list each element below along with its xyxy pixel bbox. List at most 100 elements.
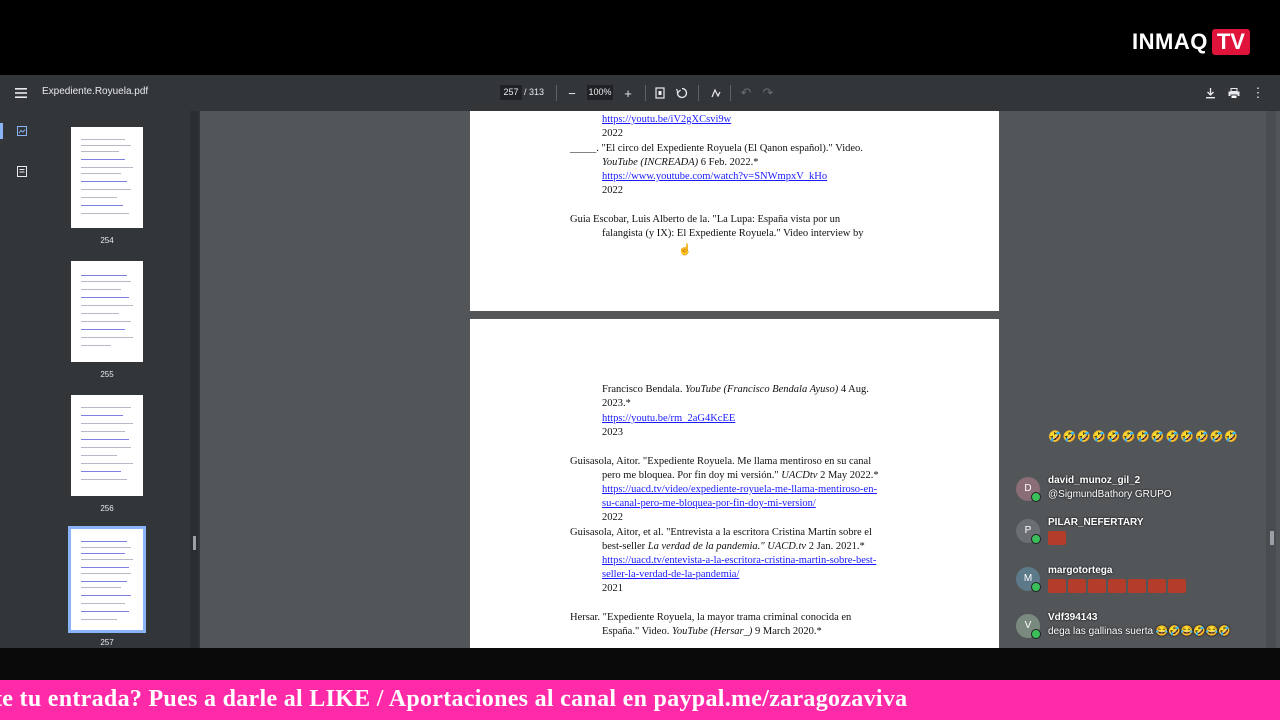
reference-year: 2022 bbox=[602, 512, 623, 523]
annotate-icon[interactable] bbox=[706, 83, 726, 103]
page-thumbnail-selected[interactable] bbox=[68, 526, 146, 633]
reference-date: 2 Jan. 2021.* bbox=[806, 541, 865, 552]
toolbar-divider bbox=[645, 85, 646, 101]
chat-text: dega las gallinas suerta 😂🤣😂🤣😂🤣 bbox=[1048, 626, 1231, 637]
chat-username: PILAR_NEFERTARY bbox=[1048, 517, 1144, 528]
stream-bottom-strip bbox=[0, 648, 1280, 680]
reference-text: Guisasola, Aitor, et al. "Entrevista a l… bbox=[570, 527, 872, 538]
pdf-toolbar: Expediente.Royuela.pdf 257 / 313 − 100% … bbox=[0, 75, 1280, 111]
reference-date: 6 Feb. 2022.* bbox=[698, 157, 759, 168]
avatar: V bbox=[1016, 614, 1041, 639]
reference-text: España." Video. YouTube (Hersar_) 9 Marc… bbox=[602, 625, 822, 638]
reference-title: España." Video. bbox=[602, 626, 672, 637]
reference-link[interactable]: https://youtu.be/iV2gXCsvi9w bbox=[602, 113, 731, 126]
fit-page-icon[interactable] bbox=[650, 83, 670, 103]
reference-text: best-seller La verdad de la pandemia." U… bbox=[602, 540, 865, 553]
thumbnails-view-icon[interactable] bbox=[12, 121, 32, 141]
reference-date: 4 Aug. bbox=[838, 384, 869, 395]
reference-title: pero me bloquea. Por fin doy mi versión.… bbox=[602, 470, 782, 481]
reference-link[interactable]: https://www.youtube.com/watch?v=SNWmpxV_… bbox=[602, 170, 827, 183]
thumbnail-label: 254 bbox=[100, 236, 114, 245]
sidebar-scrollbar[interactable] bbox=[190, 111, 198, 648]
pdf-page-257: Francisco Bendala. YouTube (Francisco Be… bbox=[470, 319, 999, 648]
menu-icon[interactable] bbox=[11, 83, 31, 103]
reference-date: 2 May 2022.* bbox=[817, 470, 879, 481]
stream-top-bar bbox=[0, 0, 1280, 75]
reference-year: 2021 bbox=[602, 583, 623, 594]
page-thumbnail[interactable] bbox=[71, 261, 143, 362]
chat-sticker-row bbox=[1048, 579, 1188, 596]
reference-year: 2022 bbox=[602, 128, 623, 139]
active-tab-indicator bbox=[0, 123, 3, 139]
zoom-input[interactable]: 100% bbox=[587, 85, 613, 100]
ticker-text: te tu entrada? Pues a darle al LIKE / Ap… bbox=[0, 686, 908, 712]
zoom-in-icon[interactable]: + bbox=[618, 83, 638, 103]
reference-text: 2023.* bbox=[602, 398, 631, 409]
reference-year: 2022 bbox=[602, 185, 623, 196]
reference-link[interactable]: su-canal-pero-me-bloquea-por-fin-doy-mi-… bbox=[602, 497, 816, 510]
chat-username: margotortega bbox=[1048, 565, 1113, 576]
chat-username: david_munoz_gil_2 bbox=[1048, 475, 1141, 486]
avatar: M bbox=[1016, 567, 1041, 592]
reference-text: Guia Escobar, Luis Alberto de la. "La Lu… bbox=[570, 214, 841, 225]
reference-text: _____. "El circo del Expediente Royuela … bbox=[570, 143, 863, 154]
print-icon[interactable] bbox=[1224, 83, 1244, 103]
chat-text: @SigmundBathory GRUPO bbox=[1048, 489, 1172, 500]
thumbnail-label: 257 bbox=[100, 638, 114, 647]
thumbnail-label: 255 bbox=[100, 370, 114, 379]
logo-badge: TV bbox=[1211, 29, 1250, 55]
avatar: D bbox=[1016, 477, 1041, 502]
rotate-icon[interactable] bbox=[672, 83, 692, 103]
reference-text: Francisco Bendala. YouTube (Francisco Be… bbox=[602, 383, 869, 396]
thumbnail-page-255[interactable]: 255 bbox=[71, 261, 143, 379]
reference-source: YouTube (INCREADA) bbox=[602, 157, 699, 168]
chat-emoji-row: 🤣🤣🤣🤣🤣🤣🤣🤣🤣🤣🤣🤣🤣 bbox=[1048, 431, 1240, 443]
thumbnail-page-256[interactable]: 256 bbox=[71, 395, 143, 513]
reference-text: falangista (y IX): El Expediente Royuela… bbox=[602, 228, 864, 239]
toolbar-divider bbox=[556, 85, 557, 101]
page-thumbnail[interactable] bbox=[71, 395, 143, 496]
cursor-icon: ☝ bbox=[678, 244, 692, 256]
reference-source: YouTube (Hersar_) bbox=[671, 626, 753, 637]
reference-source: UACDtv bbox=[781, 470, 818, 481]
zoom-out-icon[interactable]: − bbox=[562, 83, 582, 103]
pdf-page-256: https://youtu.be/iV2gXCsvi9w 2022 _____.… bbox=[470, 111, 999, 311]
reference-text: pero me bloquea. Por fin doy mi versión.… bbox=[602, 469, 879, 482]
redo-icon[interactable]: ↷ bbox=[758, 83, 778, 103]
viewport-scroll-handle[interactable] bbox=[1270, 531, 1274, 545]
reference-link[interactable]: https://youtu.be/rm_2aG4KcEE bbox=[602, 412, 735, 425]
sidebar-tabs bbox=[0, 111, 42, 648]
inmaq-tv-logo: INMAQ TV bbox=[1132, 28, 1250, 56]
toolbar-divider bbox=[730, 85, 731, 101]
page-thumbnail[interactable] bbox=[71, 127, 143, 228]
thumbnail-sidebar: 254 255 256 257 bbox=[0, 111, 200, 648]
reference-link[interactable]: https://uacd.tv/video/expediente-royuela… bbox=[602, 483, 877, 496]
chat-username: Vdf394143 bbox=[1048, 612, 1098, 623]
reference-text: Guisasola, Aitor. "Expediente Royuela. M… bbox=[570, 456, 872, 467]
reference-author: Francisco Bendala. bbox=[602, 384, 686, 395]
reference-link[interactable]: https://uacd.tv/entevista-a-la-escritora… bbox=[602, 554, 876, 567]
reference-title: best-seller bbox=[602, 541, 648, 552]
download-icon[interactable] bbox=[1200, 83, 1220, 103]
reference-source: YouTube (Francisco Bendala Ayuso) bbox=[685, 384, 839, 395]
thumbnail-page-257[interactable]: 257 bbox=[68, 526, 146, 647]
chat-sticker bbox=[1048, 531, 1068, 548]
page-total: / 313 bbox=[524, 87, 545, 97]
toolbar-divider bbox=[698, 85, 699, 101]
reference-text: Hersar. "Expediente Royuela, la mayor tr… bbox=[570, 612, 852, 623]
document-title: Expediente.Royuela.pdf bbox=[42, 86, 149, 97]
live-chat-overlay: 🤣🤣🤣🤣🤣🤣🤣🤣🤣🤣🤣🤣🤣 D david_munoz_gil_2 @Sigmu… bbox=[1010, 420, 1270, 660]
reference-link[interactable]: seller-la-verdad-de-la-pandemia/ bbox=[602, 568, 739, 581]
logo-text: INMAQ bbox=[1132, 29, 1208, 54]
reference-year: 2023 bbox=[602, 427, 623, 438]
thumbnail-label: 256 bbox=[100, 504, 114, 513]
avatar: P bbox=[1016, 519, 1041, 544]
page-number-input[interactable]: 257 bbox=[500, 85, 522, 100]
undo-icon[interactable]: ↶ bbox=[736, 83, 756, 103]
sidebar-scroll-handle[interactable] bbox=[193, 536, 196, 550]
thumbnail-page-254[interactable]: 254 bbox=[71, 127, 143, 245]
reference-source: La verdad de la pandemia." UACD.tv bbox=[647, 541, 807, 552]
reference-text: YouTube (INCREADA) 6 Feb. 2022.* bbox=[602, 156, 759, 169]
outline-view-icon[interactable] bbox=[12, 161, 32, 181]
more-options-icon[interactable]: ⋮ bbox=[1248, 83, 1268, 103]
